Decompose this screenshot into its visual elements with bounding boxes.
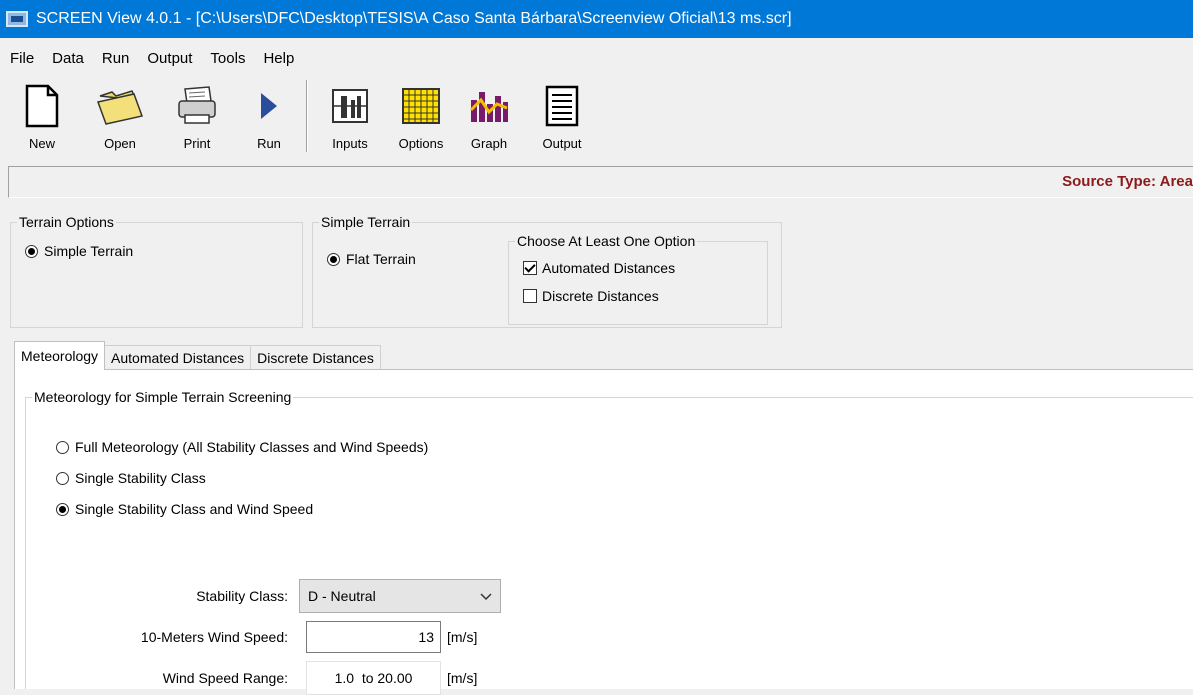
automated-distances-checkbox[interactable]	[523, 261, 537, 275]
menu-data[interactable]: Data	[43, 50, 93, 67]
flat-terrain-option[interactable]: Flat Terrain	[327, 251, 416, 267]
terrain-options-group: Terrain Options Simple Terrain	[10, 214, 303, 328]
options-button[interactable]: Options	[388, 78, 454, 156]
full-meteorology-label: Full Meteorology (All Stability Classes …	[75, 439, 429, 455]
run-button[interactable]: Run	[242, 78, 296, 156]
menu-file[interactable]: File	[0, 50, 43, 67]
wind-speed-input[interactable]: 13	[306, 621, 441, 653]
graph-icon	[465, 82, 513, 130]
meteorology-group: Meteorology for Simple Terrain Screening…	[25, 389, 1193, 695]
source-type-label: Source Type: Area	[1062, 173, 1193, 190]
automated-distances-label: Automated Distances	[542, 260, 676, 276]
window-title: SCREEN View 4.0.1 - [C:\Users\DFC\Deskto…	[36, 10, 792, 27]
choose-option-title: Choose At Least One Option	[515, 233, 698, 249]
new-document-icon	[18, 82, 66, 130]
flat-terrain-label: Flat Terrain	[346, 251, 416, 267]
status-bar: Source Type: Area	[8, 166, 1193, 198]
menu-run[interactable]: Run	[93, 50, 139, 67]
output-label: Output	[542, 136, 582, 151]
new-label: New	[28, 136, 55, 151]
graph-label: Graph	[470, 136, 508, 151]
print-button[interactable]: Print	[166, 78, 228, 156]
wind-speed-range-display: 1.0 to 20.00	[306, 661, 441, 695]
discrete-distances-checkbox[interactable]	[523, 289, 537, 303]
tab-discrete-distances[interactable]: Discrete Distances	[250, 345, 381, 370]
options-label: Options	[398, 136, 444, 151]
full-meteorology-option[interactable]: Full Meteorology (All Stability Classes …	[56, 439, 428, 455]
output-button[interactable]: Output	[532, 78, 592, 156]
simple-terrain-group: Simple Terrain Flat Terrain Choose At Le…	[312, 214, 782, 328]
single-stability-wind-option[interactable]: Single Stability Class and Wind Speed	[56, 501, 313, 517]
wind-speed-unit: [m/s]	[447, 629, 478, 645]
folder-open-icon	[96, 82, 144, 130]
tab-meteorology[interactable]: Meteorology	[14, 341, 106, 370]
toolbar-separator	[306, 80, 308, 152]
wind-speed-range-unit: [m/s]	[447, 670, 478, 686]
simple-terrain-option[interactable]: Simple Terrain	[25, 243, 133, 259]
tab-strip: Meteorology Automated Distances Discrete…	[14, 340, 381, 370]
wind-speed-label: 10-Meters Wind Speed:	[140, 629, 288, 645]
single-stability-wind-radio[interactable]	[56, 502, 69, 516]
toolbar: New Open Print Run Inputs Options Graph …	[0, 78, 1193, 154]
stability-class-select[interactable]: D - Neutral	[299, 579, 501, 613]
terrain-options-title: Terrain Options	[17, 214, 116, 230]
discrete-distances-label: Discrete Distances	[542, 288, 659, 304]
inputs-button[interactable]: Inputs	[322, 78, 378, 156]
full-meteorology-radio[interactable]	[56, 440, 69, 454]
graph-button[interactable]: Graph	[460, 78, 518, 156]
simple-terrain-title: Simple Terrain	[319, 214, 413, 230]
single-stability-class-label: Single Stability Class	[75, 470, 206, 486]
title-bar: SCREEN View 4.0.1 - [C:\Users\DFC\Deskto…	[0, 0, 1193, 38]
menu-bar: File Data Run Output Tools Help	[0, 45, 303, 71]
printer-icon	[173, 82, 221, 130]
flat-terrain-radio[interactable]	[327, 252, 340, 266]
inputs-icon	[326, 82, 374, 130]
single-stability-wind-label: Single Stability Class and Wind Speed	[75, 501, 314, 517]
run-label: Run	[257, 136, 281, 151]
simple-terrain-label: Simple Terrain	[44, 243, 134, 259]
menu-output[interactable]: Output	[138, 50, 201, 67]
menu-help[interactable]: Help	[254, 50, 303, 67]
automated-distances-option[interactable]: Automated Distances	[523, 260, 675, 276]
tab-automated-distances[interactable]: Automated Distances	[104, 345, 252, 370]
wind-speed-range-label: Wind Speed Range:	[162, 670, 288, 686]
meteorology-group-title: Meteorology for Simple Terrain Screening	[32, 389, 294, 405]
stability-class-value: D - Neutral	[308, 588, 376, 604]
output-document-icon	[538, 82, 586, 130]
wind-speed-range-value: 1.0 to 20.00	[334, 670, 413, 686]
open-label: Open	[104, 136, 136, 151]
meteorology-panel: Meteorology for Simple Terrain Screening…	[14, 369, 1193, 695]
app-icon[interactable]	[6, 11, 28, 27]
open-button[interactable]: Open	[88, 78, 152, 156]
simple-terrain-radio[interactable]	[25, 244, 38, 258]
single-stability-class-option[interactable]: Single Stability Class	[56, 470, 206, 486]
choose-option-group: Choose At Least One Option Automated Dis…	[508, 233, 768, 325]
discrete-distances-option[interactable]: Discrete Distances	[523, 288, 659, 304]
single-stability-class-radio[interactable]	[56, 471, 69, 485]
new-button[interactable]: New	[12, 78, 72, 156]
chevron-down-icon	[480, 589, 492, 605]
menu-tools[interactable]: Tools	[201, 50, 254, 67]
options-grid-icon	[397, 82, 445, 130]
print-label: Print	[183, 136, 211, 151]
inputs-label: Inputs	[332, 136, 368, 151]
play-icon	[245, 82, 293, 130]
stability-class-label: Stability Class:	[196, 588, 288, 604]
wind-speed-value: 13	[418, 629, 434, 645]
